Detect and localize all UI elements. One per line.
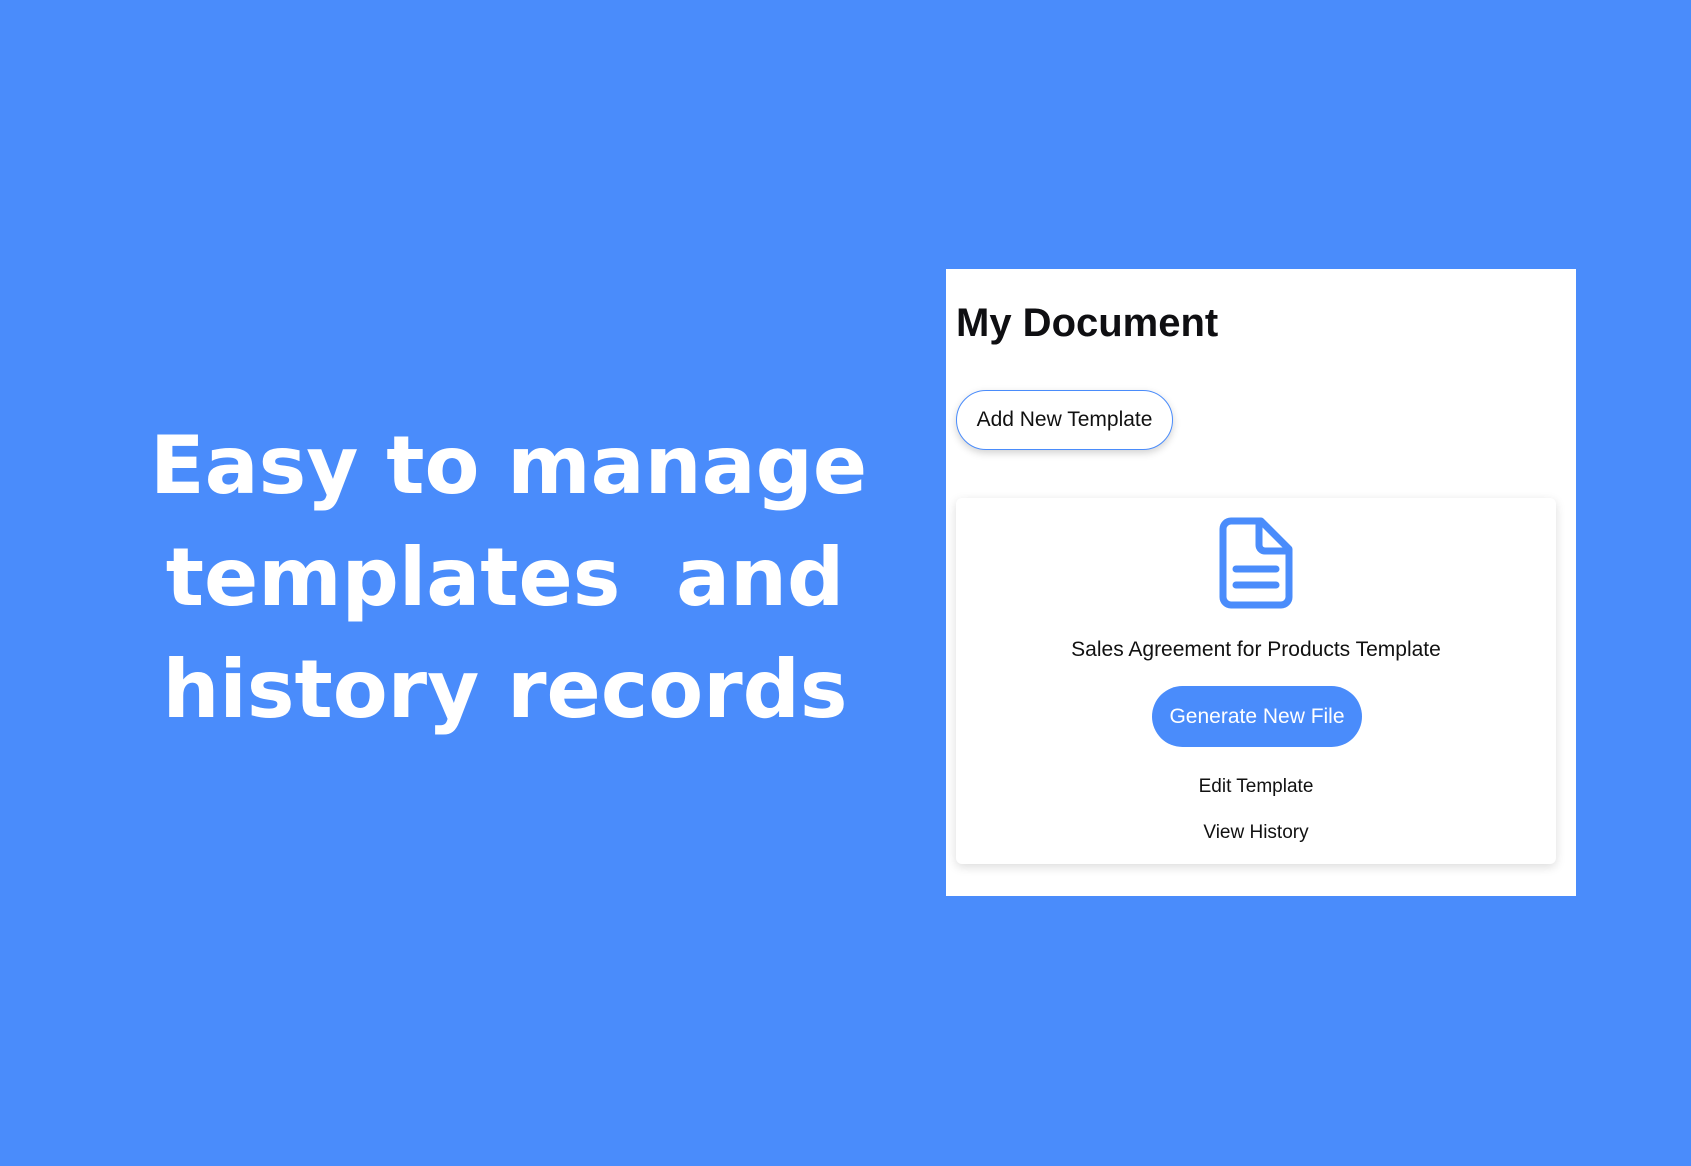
- document-icon: [1219, 517, 1293, 609]
- page-title: My Document: [956, 301, 1219, 345]
- headline: Easy to manage templates and history rec…: [150, 410, 868, 746]
- template-card: Sales Agreement for Products Template Ge…: [956, 498, 1556, 864]
- view-history-link[interactable]: View History: [956, 822, 1556, 844]
- edit-template-link[interactable]: Edit Template: [956, 776, 1556, 798]
- generate-new-file-button[interactable]: Generate New File: [1152, 686, 1362, 747]
- add-new-template-button[interactable]: Add New Template: [956, 390, 1173, 450]
- headline-line-3: history records: [162, 643, 848, 736]
- template-title: Sales Agreement for Products Template: [1071, 638, 1441, 661]
- headline-line-2: templates and: [165, 531, 845, 624]
- headline-line-1: Easy to manage: [150, 419, 868, 512]
- document-panel: My Document Add New Template Sales Agree…: [946, 269, 1576, 896]
